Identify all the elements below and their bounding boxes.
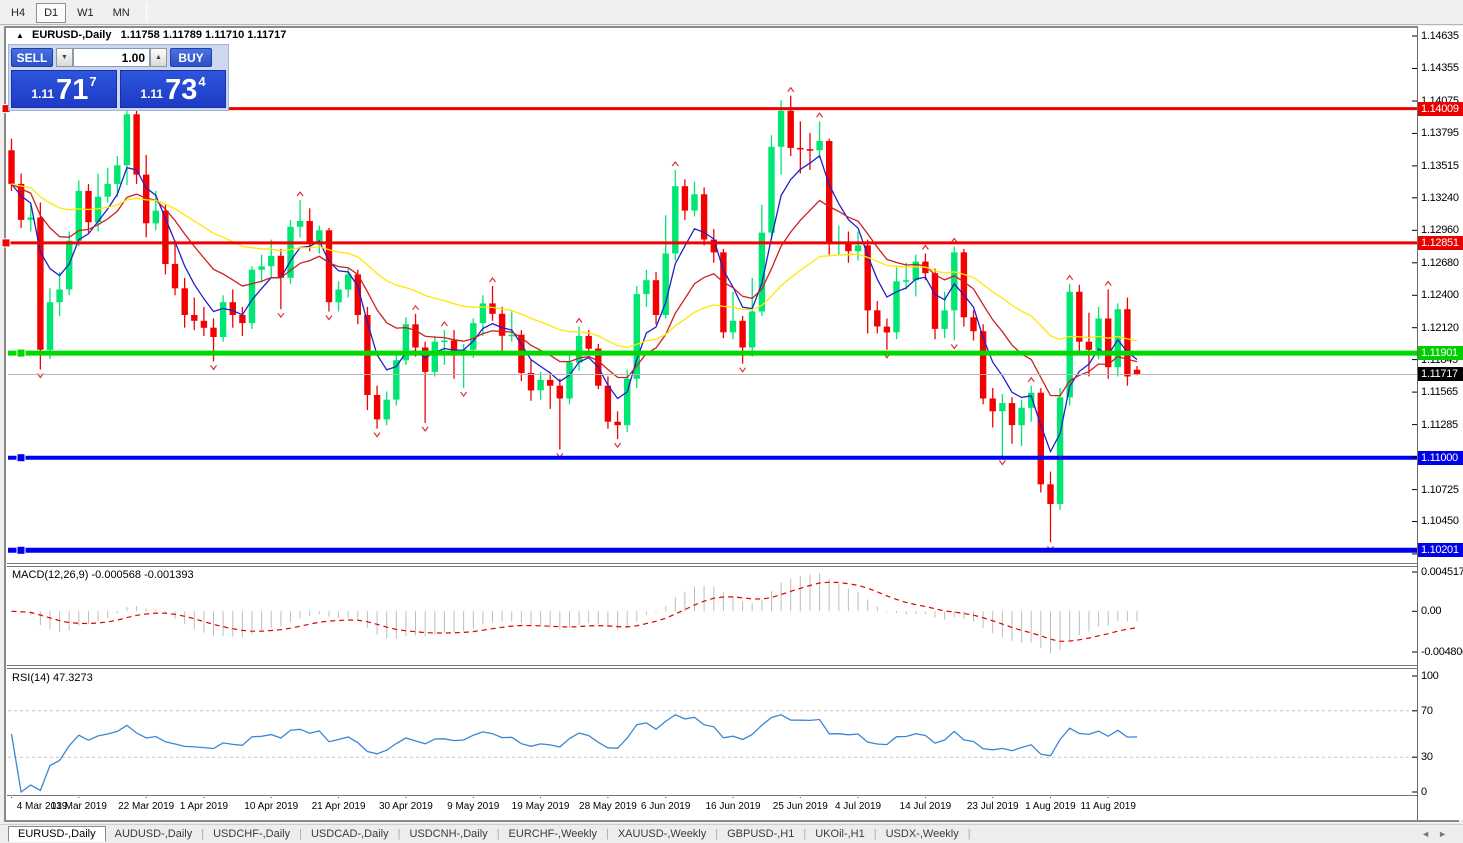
macd-indicator-label: MACD(12,26,9) -0.000568 -0.001393 (12, 569, 194, 581)
chart-window (4, 26, 1459, 822)
rsi-value: 47.3273 (52, 672, 93, 684)
tab-audusd-daily[interactable]: AUDUSD-,Daily (106, 827, 202, 841)
volume-decrease-button[interactable]: ▼ (56, 48, 73, 67)
buy-price-big: 73 (165, 74, 198, 106)
volume-input[interactable] (73, 48, 150, 67)
timeframe-button-mn[interactable]: MN (105, 3, 138, 23)
tab-usdx-weekly[interactable]: USDX-,Weekly (877, 827, 968, 841)
chart-symbol-label: EURUSD-,Daily (31, 29, 112, 41)
chart-tabs: EURUSD-,Daily AUDUSD-,Daily | USDCHF-,Daily… (0, 826, 971, 842)
rsi-axis-100: 100 (1421, 670, 1439, 682)
price-badge-1.11901: 1.11901 (1418, 346, 1463, 361)
price-tick: 1.10450 (1421, 515, 1459, 528)
buy-price-prefix: 1.11 (140, 87, 164, 101)
macd-values: -0.000568 -0.001393 (91, 569, 194, 581)
buy-price-panel[interactable]: 1.11 73 4 (120, 70, 226, 108)
date-tick-label: 11 Aug 2019 (1080, 801, 1136, 812)
tab-xauusd-weekly[interactable]: XAUUSD-,Weekly (609, 827, 715, 841)
price-badge-1.12851: 1.12851 (1418, 235, 1463, 250)
timeframe-button-d1[interactable]: D1 (36, 3, 67, 23)
tab-scroll-left-icon[interactable]: ◄ (1421, 829, 1438, 839)
price-badge-1.11717: 1.11717 (1418, 367, 1463, 382)
price-tick: 1.13240 (1421, 191, 1459, 204)
tab-eurchf-weekly[interactable]: EURCHF-,Weekly (500, 827, 606, 841)
tab-usdcnh-daily[interactable]: USDCNH-,Daily (400, 827, 496, 841)
price-tick: 1.14635 (1421, 30, 1459, 42)
price-tick: 1.14355 (1421, 62, 1459, 75)
timeframe-button-w1[interactable]: W1 (69, 3, 102, 23)
price-tick: 1.12680 (1421, 256, 1459, 269)
sell-price-prefix: 1.11 (31, 87, 55, 101)
tab-ukoil-h1[interactable]: UKOil-,H1 (806, 827, 874, 841)
price-tick: 1.11565 (1421, 386, 1458, 399)
volume-increase-button[interactable]: ▲ (150, 48, 167, 67)
sell-price-pip: 7 (89, 74, 97, 89)
tab-gbpusd-h1[interactable]: GBPUSD-,H1 (718, 827, 803, 841)
price-badge-1.11000: 1.11000 (1418, 450, 1463, 465)
tab-scroll-right-icon[interactable]: ► (1438, 829, 1455, 839)
price-tick: 1.13795 (1421, 127, 1459, 140)
rsi-indicator-label: RSI(14) 47.3273 (12, 672, 93, 684)
price-badge-1.14009: 1.14009 (1418, 101, 1463, 116)
price-tick: 1.10725 (1421, 483, 1459, 496)
sell-price-panel[interactable]: 1.11 71 7 (11, 70, 117, 108)
price-tick: 1.11285 (1421, 418, 1458, 431)
chart-ohlc-label: 1.11758 1.11789 1.11710 1.11717 (120, 29, 287, 41)
trade-panel-controls: SELL ▼ ▲ BUY (11, 47, 226, 68)
buy-price-pip: 4 (198, 74, 206, 89)
macd-axis-max: 0.004517 (1421, 566, 1463, 578)
macd-axis-zero: 0.00 (1421, 605, 1442, 618)
tab-eurusd-daily[interactable]: EURUSD-,Daily (8, 826, 106, 842)
price-axis[interactable]: 1.146351.143551.140751.137951.135151.132… (1418, 26, 1463, 820)
rsi-axis-30: 30 (1421, 751, 1433, 764)
timeframe-button-h4[interactable]: H4 (3, 3, 33, 23)
price-tick: 1.12400 (1421, 289, 1459, 302)
collapse-panel-icon[interactable]: ▲ (16, 31, 24, 40)
buy-button[interactable]: BUY (170, 48, 212, 67)
tab-scroll-arrows: ◄► (1421, 829, 1455, 839)
sell-price-big: 71 (56, 74, 89, 106)
price-tick: 1.12120 (1421, 321, 1459, 334)
tab-usdcad-daily[interactable]: USDCAD-,Daily (302, 827, 398, 841)
macd-rsi-divider[interactable] (7, 665, 1417, 669)
timeframe-toolbar: H4 D1 W1 MN (0, 0, 1463, 25)
chart-macd-divider[interactable] (7, 563, 1417, 567)
macd-axis-min: -0.004806 (1421, 646, 1463, 658)
trade-panel-prices: 1.11 71 7 1.11 73 4 (11, 70, 226, 108)
rsi-axis-0: 0 (1421, 786, 1427, 798)
sell-button[interactable]: SELL (11, 48, 53, 67)
one-click-trading-panel: SELL ▼ ▲ BUY 1.11 71 7 1.11 73 4 (8, 44, 229, 111)
rsi-dateaxis-divider (7, 795, 1417, 797)
tab-separator: | (967, 828, 971, 840)
timeframe-buttons: H4 D1 W1 MN (0, 3, 138, 23)
rsi-axis-70: 70 (1421, 704, 1433, 717)
date-axis[interactable]: 4 Mar 2019 13 Mar 2019 22 Mar 2019 1 Apr 20… (7, 798, 1417, 820)
tab-usdchf-daily[interactable]: USDCHF-,Daily (204, 827, 299, 841)
chart-tab-bar: EURUSD-,Daily AUDUSD-,Daily | USDCHF-,Daily… (0, 824, 1463, 843)
price-badge-1.10201: 1.10201 (1418, 543, 1463, 558)
price-tick: 1.13515 (1421, 159, 1459, 172)
chart-title: ▲ EURUSD-,Daily 1.11758 1.11789 1.11710 … (16, 29, 286, 41)
toolbar-separator (145, 3, 147, 21)
